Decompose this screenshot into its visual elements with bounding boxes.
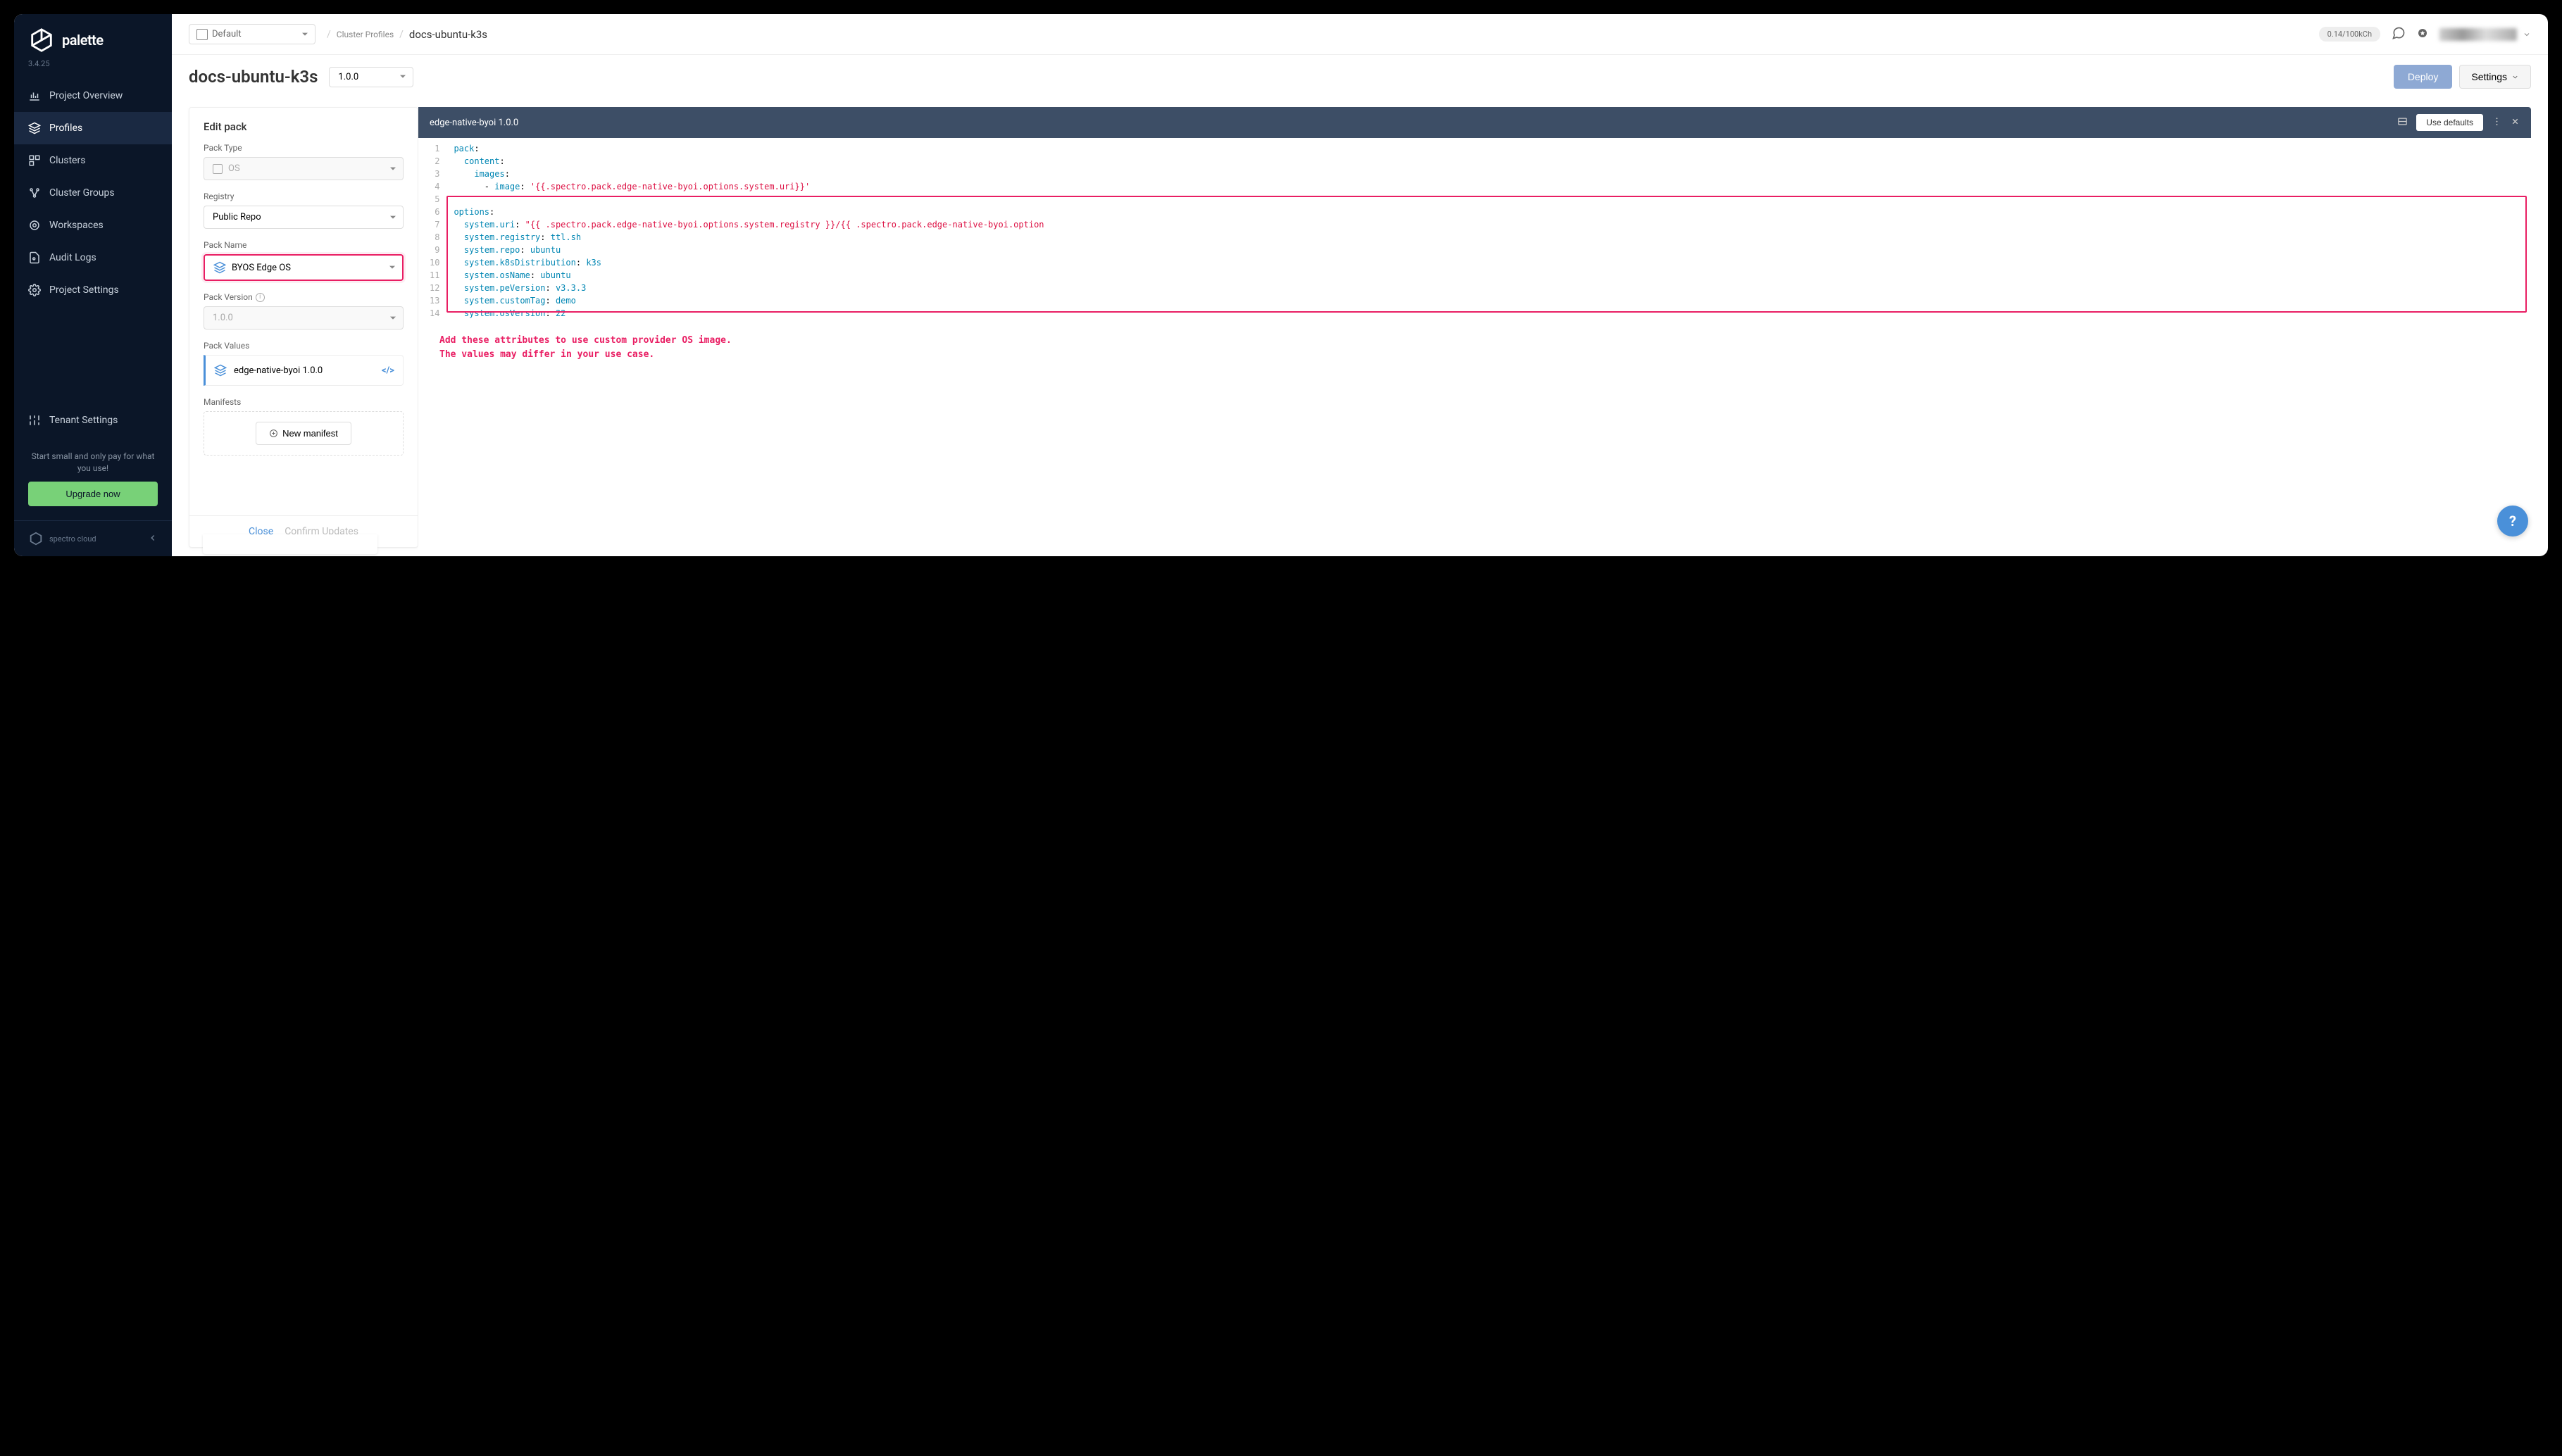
layers-icon	[214, 364, 227, 377]
registry-select[interactable]: Public Repo	[204, 206, 404, 229]
topbar: Default / Cluster Profiles / docs-ubuntu…	[172, 14, 2548, 55]
code-panel: edge-native-byoi 1.0.0 Use defaults	[418, 107, 2531, 548]
pack-version-select[interactable]: 1.0.0	[204, 306, 404, 330]
palette-logo-icon	[28, 27, 55, 54]
code-toggle-icon[interactable]: </>	[382, 365, 394, 376]
sidebar-nav: Project Overview Profiles Clusters Clust…	[14, 80, 172, 404]
more-menu-icon[interactable]	[2492, 116, 2502, 130]
info-icon[interactable]: i	[256, 293, 265, 302]
version-text: 3.4.25	[14, 59, 172, 80]
panel-shadow-strip	[203, 534, 377, 554]
brand-name: palette	[62, 32, 104, 49]
sidebar-item-audit-logs[interactable]: Audit Logs	[14, 241, 172, 274]
expand-icon[interactable]	[2397, 116, 2408, 130]
code-editor[interactable]: 1234567891011121314 pack: content: image…	[418, 138, 2531, 548]
layers-icon	[213, 261, 226, 274]
pack-version-label: Pack Version i	[204, 292, 404, 302]
chevron-down-icon	[2523, 30, 2531, 39]
star-icon[interactable]	[2417, 27, 2428, 42]
sidebar-item-tenant-settings[interactable]: Tenant Settings	[14, 404, 172, 437]
deploy-button[interactable]: Deploy	[2394, 65, 2453, 89]
chat-icon[interactable]	[2392, 26, 2406, 43]
credits-badge: 0.14/100kCh	[2319, 27, 2380, 42]
sidebar: palette 3.4.25 Project Overview Profiles…	[14, 14, 172, 556]
gear-icon	[28, 284, 41, 296]
collapse-sidebar-button[interactable]	[148, 532, 158, 546]
share-icon	[28, 187, 41, 199]
use-defaults-button[interactable]: Use defaults	[2416, 114, 2483, 131]
promo-text: Start small and only pay for what you us…	[28, 451, 158, 475]
code-content[interactable]: pack: content: images: - image: '{{.spec…	[446, 138, 2531, 324]
breadcrumb-cluster-profiles[interactable]: Cluster Profiles	[337, 30, 394, 39]
grid-icon	[28, 154, 41, 167]
user-menu[interactable]	[2439, 28, 2531, 41]
plus-circle-icon	[269, 429, 278, 438]
company-logo-icon	[28, 531, 44, 546]
chevron-left-icon	[148, 533, 158, 543]
page-title: docs-ubuntu-k3s	[189, 67, 318, 87]
os-icon	[213, 164, 223, 174]
new-manifest-button[interactable]: New manifest	[256, 422, 351, 445]
company-name: spectro cloud	[49, 534, 142, 544]
sidebar-item-cluster-groups[interactable]: Cluster Groups	[14, 177, 172, 209]
settings-button[interactable]: Settings	[2459, 65, 2531, 89]
target-icon	[28, 219, 41, 232]
manifests-label: Manifests	[204, 397, 404, 407]
pack-name-label: Pack Name	[204, 240, 404, 250]
help-fab[interactable]: ?	[2497, 506, 2528, 536]
edit-panel-title: Edit pack	[189, 108, 418, 143]
chart-icon	[28, 89, 41, 102]
breadcrumb: / Cluster Profiles / docs-ubuntu-k3s	[327, 28, 487, 41]
sidebar-item-profiles[interactable]: Profiles	[14, 112, 172, 144]
line-gutter: 1234567891011121314	[418, 138, 446, 324]
sidebar-item-clusters[interactable]: Clusters	[14, 144, 172, 177]
version-select[interactable]: 1.0.0	[329, 67, 413, 87]
file-search-icon	[28, 251, 41, 264]
pack-name-select[interactable]: BYOS Edge OS	[204, 254, 404, 281]
code-panel-title: edge-native-byoi 1.0.0	[430, 118, 518, 128]
annotation-text: Add these attributes to use custom provi…	[418, 324, 2531, 371]
chevron-down-icon	[2511, 73, 2519, 81]
close-icon[interactable]	[2511, 117, 2520, 129]
sidebar-item-project-overview[interactable]: Project Overview	[14, 80, 172, 112]
pack-type-select[interactable]: OS	[204, 157, 404, 180]
pack-values-label: Pack Values	[204, 341, 404, 351]
pack-type-label: Pack Type	[204, 143, 404, 153]
page-header: docs-ubuntu-k3s 1.0.0 Deploy Settings	[172, 55, 2548, 99]
scope-select[interactable]: Default	[189, 24, 315, 44]
upgrade-button[interactable]: Upgrade now	[28, 482, 158, 506]
manifests-dropzone: New manifest	[204, 411, 404, 456]
main-content: Default / Cluster Profiles / docs-ubuntu…	[172, 14, 2548, 556]
logo: palette	[14, 14, 172, 59]
user-name-blurred	[2439, 28, 2517, 41]
sliders-icon	[28, 414, 41, 427]
edit-pack-panel: Edit pack Pack Type OS Registry Public R…	[189, 107, 418, 548]
code-panel-header: edge-native-byoi 1.0.0 Use defaults	[418, 107, 2531, 138]
sidebar-item-workspaces[interactable]: Workspaces	[14, 209, 172, 241]
breadcrumb-current: docs-ubuntu-k3s	[409, 28, 487, 41]
pack-values-item[interactable]: edge-native-byoi 1.0.0 </>	[204, 355, 404, 386]
sidebar-item-project-settings[interactable]: Project Settings	[14, 274, 172, 306]
layers-icon	[28, 122, 41, 134]
registry-label: Registry	[204, 192, 404, 201]
